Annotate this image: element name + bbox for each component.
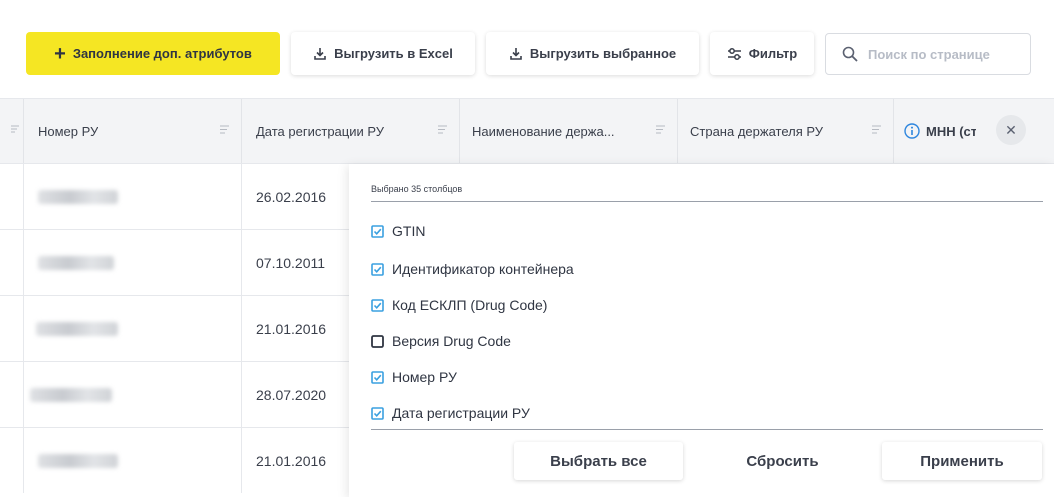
redacted-value [38,453,118,468]
table-cell-registration-date: 21.01.2016 [242,428,349,493]
column-header-label: Дата регистрации РУ [256,123,385,139]
export-excel-button[interactable]: Выгрузить в Excel [291,32,475,75]
column-header-label: Страна держателя РУ [690,123,823,139]
table-header: Номер РУ Дата регистрации РУ Наименовани… [0,98,1054,164]
export-excel-label: Выгрузить в Excel [334,46,453,61]
column-option-gtin[interactable]: GTIN [371,221,425,241]
column-header-inn[interactable]: МНН (ст [894,99,984,163]
filter-label: Фильтр [748,46,798,61]
download-icon [314,47,326,60]
download-icon [510,47,522,60]
checkbox-checked-icon[interactable] [371,262,384,276]
table-cell-registration-date: 21.01.2016 [242,296,349,361]
checkbox-checked-icon[interactable] [371,224,384,238]
column-chooser-popup: Выбрано 35 столбцов GTIN Идентификатор к… [349,164,1054,497]
table-cell-ru-number [24,164,242,229]
checkbox-unchecked-icon[interactable] [371,334,384,348]
column-option-registration-date[interactable]: Дата регистрации РУ [371,403,530,423]
search-input[interactable] [868,46,1018,62]
filter-button[interactable]: Фильтр [710,32,814,75]
table-cell-ru-number [24,296,242,361]
selected-columns-count: Выбрано 35 столбцов [371,184,463,194]
close-icon[interactable]: ✕ [996,115,1026,145]
apply-button[interactable]: Применить [882,442,1042,480]
column-header-label: МНН (ст [926,123,976,139]
registration-date: 26.02.2016 [256,188,327,205]
table-cell-ru-number [24,362,242,427]
checkbox-checked-icon[interactable] [371,406,384,420]
select-all-button[interactable]: Выбрать все [514,442,683,480]
fill-attributes-button[interactable]: + Заполнение доп. атрибутов [26,32,280,75]
column-option-label: Версия Drug Code [392,333,511,349]
plus-icon: + [54,42,66,65]
column-header-registration-date[interactable]: Дата регистрации РУ [242,99,460,163]
column-menu-icon[interactable] [872,125,881,134]
column-option-label: Номер РУ [392,369,457,385]
column-header-label: Наименование держа... [472,123,615,139]
divider [371,201,1043,202]
column-option-ru-number[interactable]: Номер РУ [371,367,457,387]
column-option-label: Идентификатор контейнера [392,261,574,277]
reset-button[interactable]: Сбросить [698,442,867,480]
column-option-drug-code-version[interactable]: Версия Drug Code [371,331,511,351]
redacted-value [30,387,112,402]
filter-sliders-icon [727,47,741,60]
column-option-label: GTIN [392,223,426,239]
export-selected-button[interactable]: Выгрузить выбранное [486,32,699,75]
column-header-holder-name[interactable]: Наименование держа... [460,99,678,163]
table-cell-registration-date: 07.10.2011 [242,230,349,295]
table-cell [0,164,24,229]
search-box[interactable] [825,33,1031,75]
column-header-label: Номер РУ [38,123,99,139]
table-cell [0,296,24,361]
registration-date: 21.01.2016 [256,452,327,469]
column-header-ru-number[interactable]: Номер РУ [24,99,242,163]
column-menu-icon[interactable] [656,125,665,134]
table-cell-registration-date: 26.02.2016 [242,164,349,229]
column-menu-icon[interactable] [438,125,447,134]
divider [371,429,1043,430]
column-option-label: Дата регистрации РУ [392,405,530,421]
redacted-value [36,321,118,336]
info-icon[interactable] [904,123,920,139]
checkbox-checked-icon[interactable] [371,370,384,384]
registration-date: 21.01.2016 [256,320,327,337]
checkbox-checked-icon[interactable] [371,298,384,312]
column-option-container-id[interactable]: Идентификатор контейнера [371,259,574,279]
redacted-value [38,189,118,204]
table-cell [0,230,24,295]
export-selected-label: Выгрузить выбранное [529,46,677,61]
table-cell-registration-date: 28.07.2020 [242,362,349,427]
column-option-drug-code[interactable]: Код ЕСКЛП (Drug Code) [371,295,547,315]
registration-date: 28.07.2020 [256,386,327,403]
redacted-value [38,255,114,270]
table-cell-ru-number [24,428,242,493]
fill-attributes-label: Заполнение доп. атрибутов [72,46,252,61]
toolbar: + Заполнение доп. атрибутов Выгрузить в … [0,0,1054,98]
registration-date: 07.10.2011 [256,254,326,271]
search-icon [842,46,858,62]
column-header-partial [0,99,24,163]
column-option-label: Код ЕСКЛП (Drug Code) [392,297,548,313]
table-cell [0,428,24,493]
column-menu-icon[interactable] [11,125,19,133]
column-header-holder-country[interactable]: Страна держателя РУ [678,99,894,163]
table-cell-ru-number [24,230,242,295]
table-cell [0,362,24,427]
column-menu-icon[interactable] [220,125,229,134]
